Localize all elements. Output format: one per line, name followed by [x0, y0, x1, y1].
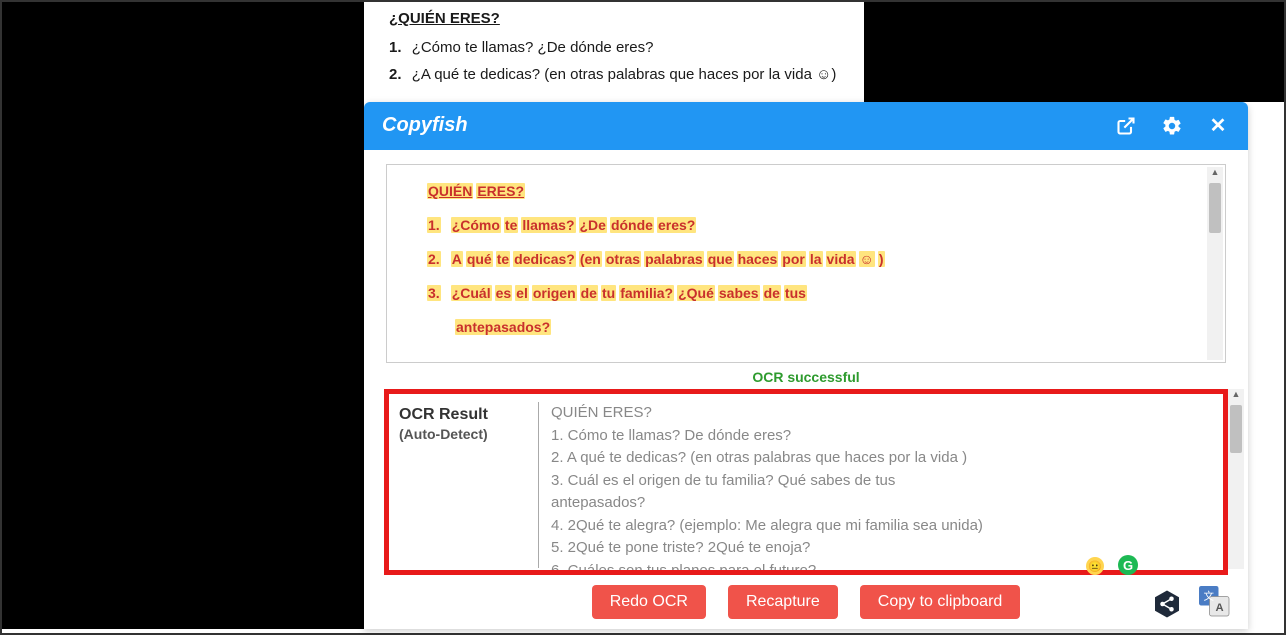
svg-text:A: A	[1216, 602, 1224, 614]
ocr-result-box: OCR Result (Auto-Detect) QUIÉN ERES?1. C…	[384, 389, 1228, 575]
letterbox-left	[2, 2, 364, 629]
close-icon[interactable]: ✕	[1206, 114, 1230, 138]
doc-title: ¿QUIÉN ERES?	[389, 10, 839, 27]
letterbox-right	[864, 2, 1284, 102]
preview-line: 1.¿Cómotellamas?¿Dedóndeeres?	[427, 217, 1185, 233]
svg-text:文: 文	[1204, 590, 1215, 603]
result-line: 2. A qué te dedicas? (en otras palabras …	[551, 447, 1213, 470]
copy-clipboard-button[interactable]: Copy to clipboard	[860, 585, 1021, 619]
preview-continuation: antepasados?	[455, 319, 1185, 335]
result-line: QUIÉN ERES?	[551, 402, 1213, 425]
result-line: 5. 2Qué te pone triste? 2Qué te enoja?	[551, 537, 1213, 560]
gear-icon[interactable]	[1160, 114, 1184, 138]
redo-ocr-button[interactable]: Redo OCR	[592, 585, 706, 619]
background-document: ¿QUIÉN ERES? 1. ¿Cómo te llamas? ¿De dón…	[364, 2, 864, 112]
result-line: 6. Cuáles son tus planes para el futuro?	[551, 560, 1213, 576]
copyfish-panel: Copyfish ✕ QUIÉNERES? 1.¿Cómotellamas?¿D…	[364, 102, 1248, 629]
neutral-face-icon[interactable]: 😐	[1086, 557, 1104, 575]
result-line: 3. Cuál es el origen de tu familia? Qué …	[551, 470, 1213, 493]
preview-line: 3.¿Cuáleselorigendetufamilia?¿Quésabesde…	[427, 285, 1185, 301]
panel-header: Copyfish ✕	[364, 102, 1248, 150]
result-sublabel: (Auto-Detect)	[399, 426, 528, 442]
result-line: 1. Cómo te llamas? De dónde eres?	[551, 425, 1213, 448]
share-hex-icon[interactable]	[1152, 589, 1182, 619]
doc-item: 2. ¿A qué te dedicas? (en otras palabras…	[389, 66, 839, 83]
recapture-button[interactable]: Recapture	[728, 585, 838, 619]
result-text[interactable]: QUIÉN ERES?1. Cómo te llamas? De dónde e…	[539, 402, 1213, 568]
ocr-status: OCR successful	[364, 369, 1248, 385]
panel-title: Copyfish	[382, 114, 1092, 137]
open-external-icon[interactable]	[1114, 114, 1138, 138]
scrollbar[interactable]	[1207, 167, 1223, 360]
result-line: 4. 2Qué te alegra? (ejemplo: Me alegra q…	[551, 515, 1213, 538]
grammarly-icon[interactable]: G	[1118, 555, 1138, 575]
result-label-column: OCR Result (Auto-Detect)	[399, 402, 539, 568]
result-label: OCR Result	[399, 406, 528, 424]
ocr-preview: QUIÉNERES? 1.¿Cómotellamas?¿Dedóndeeres?…	[386, 164, 1226, 363]
google-translate-icon[interactable]: 文 A	[1196, 583, 1232, 619]
preview-line: 2.Aquétededicas?(enotraspalabrasquehaces…	[427, 251, 1185, 267]
doc-item: 1. ¿Cómo te llamas? ¿De dónde eres?	[389, 39, 839, 56]
corner-icons: 😐 G 文 A	[1086, 583, 1232, 619]
scrollbar[interactable]	[1228, 389, 1244, 569]
preview-title: QUIÉNERES?	[427, 183, 1185, 199]
result-line: antepasados?	[551, 492, 1213, 515]
